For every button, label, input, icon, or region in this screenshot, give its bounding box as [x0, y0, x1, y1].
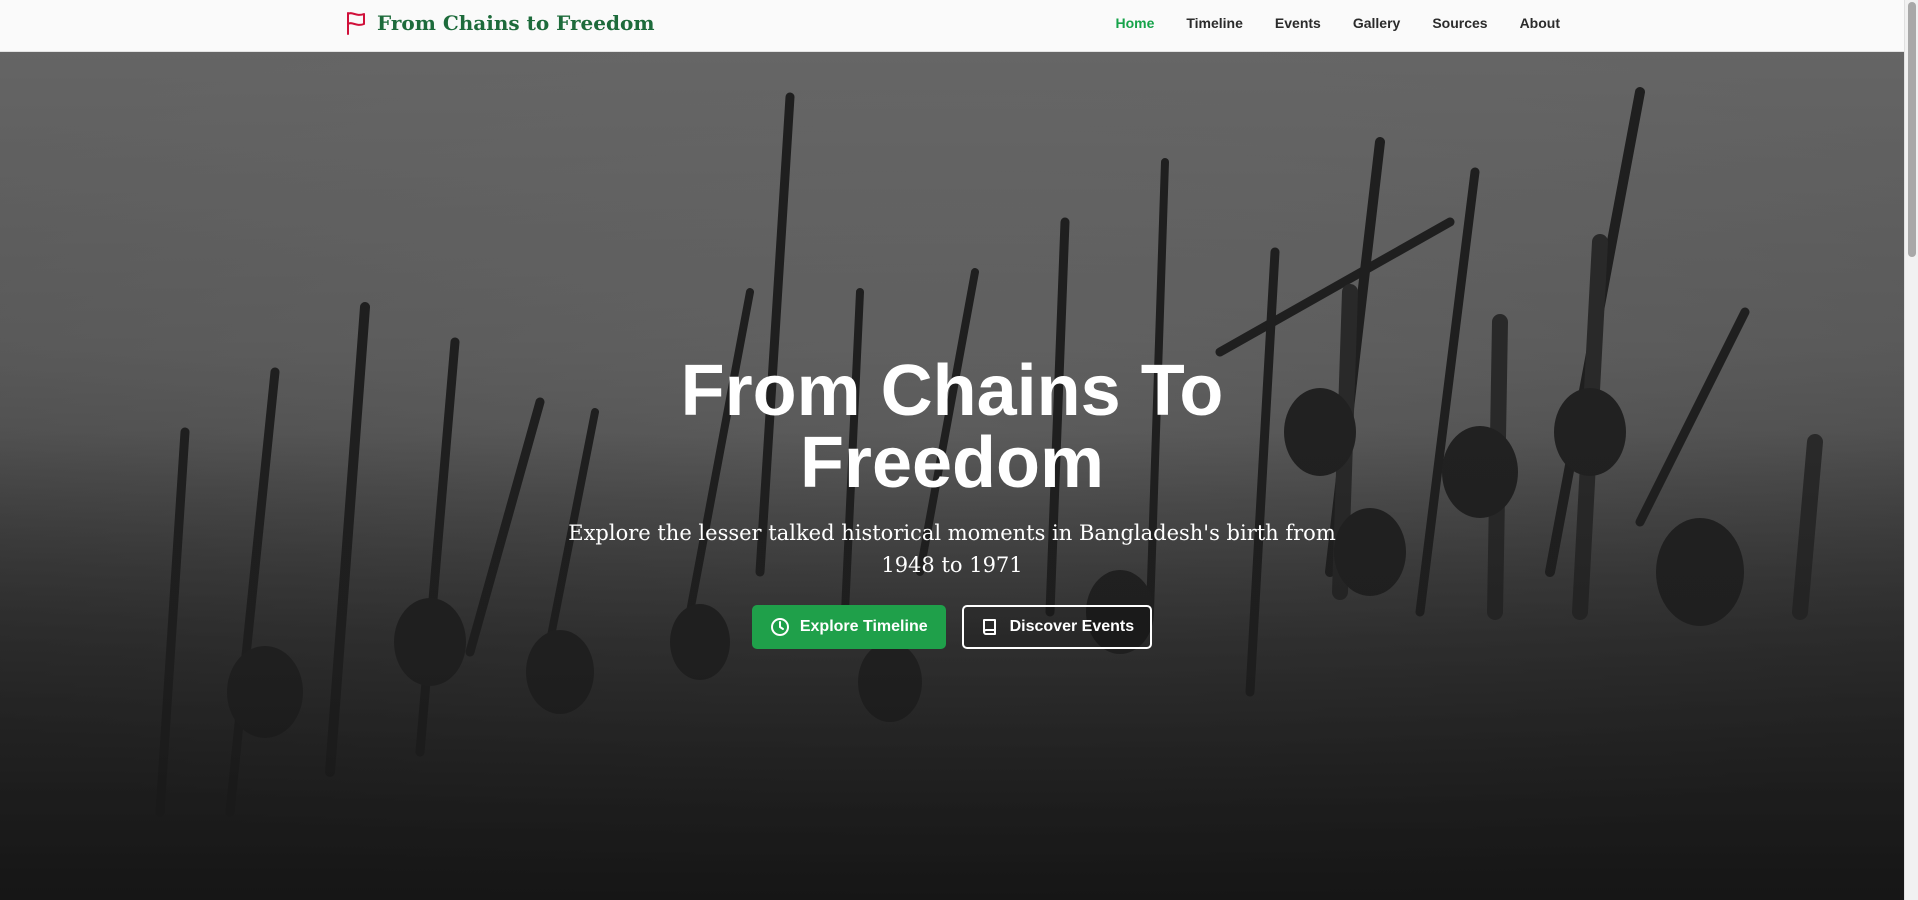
flag-icon	[347, 12, 365, 35]
scrollbar-thumb[interactable]	[1908, 2, 1916, 257]
page-scrollbar[interactable]	[1904, 0, 1918, 900]
nav-link-events[interactable]: Events	[1275, 15, 1321, 31]
clock-icon	[770, 618, 789, 636]
hero-subtitle: Explore the lesser talked historical mom…	[568, 521, 1336, 577]
main-nav: Home Timeline Events Gallery Sources Abo…	[1115, 0, 1560, 46]
hero-actions: Explore Timeline Discover Events	[552, 605, 1352, 649]
explore-timeline-button[interactable]: Explore Timeline	[751, 605, 946, 649]
hero-section: From Chains To Freedom Explore the lesse…	[0, 52, 1904, 900]
top-navbar: From Chains to Freedom Home Timeline Eve…	[0, 0, 1904, 52]
brand-title: From Chains to Freedom	[377, 11, 655, 35]
hero-title: From Chains To Freedom	[680, 351, 1224, 503]
discover-events-button[interactable]: Discover Events	[961, 605, 1153, 649]
explore-timeline-label: Explore Timeline	[799, 618, 928, 635]
nav-link-gallery[interactable]: Gallery	[1353, 15, 1400, 31]
nav-link-timeline[interactable]: Timeline	[1186, 15, 1243, 31]
nav-link-about[interactable]: About	[1520, 15, 1560, 31]
page: From Chains to Freedom Home Timeline Eve…	[0, 0, 1918, 900]
discover-events-label: Discover Events	[1009, 618, 1135, 635]
book-icon	[982, 619, 996, 635]
nav-link-sources[interactable]: Sources	[1432, 15, 1487, 31]
nav-link-home[interactable]: Home	[1115, 15, 1154, 31]
brand-link[interactable]: From Chains to Freedom	[345, 10, 655, 36]
hero-content: From Chains To Freedom Explore the lesse…	[552, 355, 1352, 649]
